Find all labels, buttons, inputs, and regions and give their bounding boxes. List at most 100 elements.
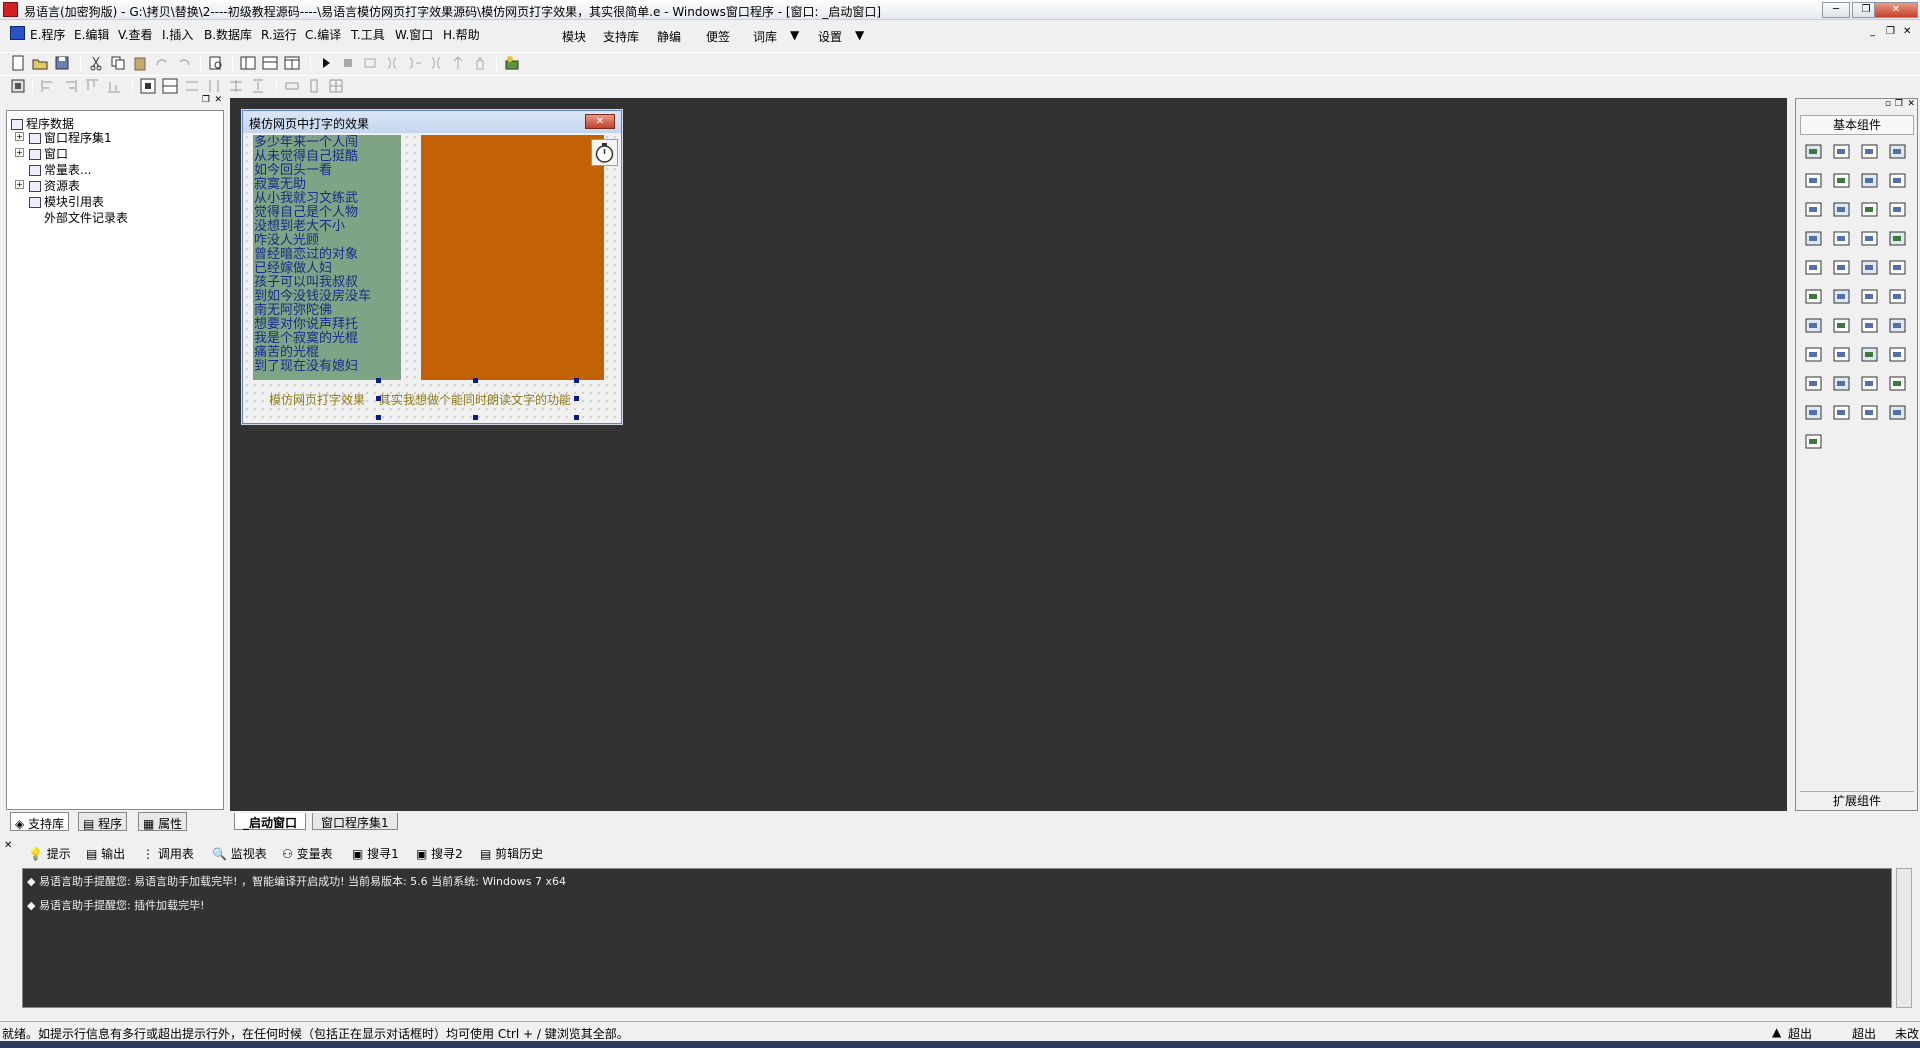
group-box-component-icon[interactable] [1832,172,1854,192]
line-component-icon[interactable] [1888,172,1910,192]
provider-component-icon[interactable] [1860,375,1882,395]
panel-close-icon[interactable]: ✕ [1907,99,1915,109]
tab-watch[interactable]: 🔍 监视表 [208,842,271,863]
read-aloud-label[interactable]: 其实我想做个能同时朗读文字的功能 [379,391,571,408]
menu-database[interactable]: B.数据库 [204,26,252,43]
combo-box-component-icon[interactable] [1888,201,1910,221]
hand-icon[interactable] [472,55,488,71]
dir-list-component-icon[interactable] [1860,288,1882,308]
odbc-db-component-icon[interactable] [1888,404,1910,424]
tree-item-external-files[interactable]: 外部文件记录表 [29,209,128,226]
shape-component-icon[interactable] [1888,143,1910,163]
tab-call-stack[interactable]: ⋮ 调用表 [138,842,198,863]
selection-handle[interactable] [574,378,579,383]
copy-icon[interactable] [110,55,126,71]
menu-module[interactable]: 模块 [562,28,586,45]
tab-output[interactable]: ▤ 输出 [82,842,129,863]
panel-close-icon[interactable]: ✕ [4,840,12,851]
serial-component-icon[interactable] [1888,346,1910,366]
chart-component-icon[interactable] [1860,404,1882,424]
tree-component-icon[interactable] [1860,317,1882,337]
step-into-icon[interactable] [362,55,378,71]
mdi-close-icon[interactable]: ✕ [1903,26,1911,37]
step-over-icon[interactable] [384,55,400,71]
menu-tools[interactable]: T.工具 [351,26,385,43]
pointer-component-icon[interactable] [1804,143,1826,163]
layout-3-icon[interactable] [284,55,300,71]
data-source-component-icon[interactable] [1804,375,1826,395]
tab-clip-history[interactable]: ▤ 剪辑历史 [476,842,547,863]
menu-edit[interactable]: E.编辑 [74,26,109,43]
selection-handle[interactable] [473,415,478,420]
align-top-icon[interactable] [84,78,100,94]
center-form-icon[interactable] [328,78,344,94]
new-file-icon[interactable] [10,55,26,71]
save-icon[interactable] [54,55,70,71]
menu-program[interactable]: E.程序 [30,26,65,43]
center-vertical-icon[interactable] [162,78,178,94]
minimize-button[interactable]: ─ [1822,2,1850,18]
poem-label[interactable]: 多少年来一个人闯 从未觉得自己挺酷 如今回头一看 寂寞无助 从小我就习文练武 觉得自己是个… [253,135,401,380]
selection-handle[interactable] [574,396,579,401]
status-scroll-icon[interactable]: ▲ [1772,1025,1781,1039]
slider-component-icon[interactable] [1832,259,1854,279]
align-right-icon[interactable] [62,78,78,94]
socket-component-icon[interactable] [1860,346,1882,366]
hotkey-component-icon[interactable] [1832,317,1854,337]
form-close-icon[interactable]: ✕ [585,114,615,129]
output-scrollbar[interactable] [1896,868,1912,1008]
table-component-icon[interactable] [1804,230,1826,250]
settings-dropdown-icon[interactable]: ▼ [855,28,864,42]
tab-search2[interactable]: ▣ 搜寻2 [412,842,467,863]
tree-item-constants[interactable]: 常量表... [29,161,91,178]
align-left-icon[interactable] [40,78,56,94]
menu-notes[interactable]: 便签 [706,28,730,45]
db-source-component-icon[interactable] [1832,404,1854,424]
expand-icon[interactable]: + [15,148,24,157]
selection-handle[interactable] [376,415,381,420]
panel-restore-icon[interactable]: ❐ [1895,99,1903,109]
file-list-component-icon[interactable] [1888,288,1910,308]
checkbox-component-icon[interactable] [1804,201,1826,221]
tab-variables[interactable]: ⚇ 变量表 [278,842,337,863]
tree-item-window-assembly[interactable]: 窗口程序集1 [29,129,112,146]
lexicon-dropdown-icon[interactable]: ▼ [790,28,799,42]
basic-components-header[interactable]: 基本组件 [1800,115,1914,135]
tab-program[interactable]: ▤ 程序 [78,812,128,831]
tab-support-lib[interactable]: ◈ 支持库 [10,812,70,831]
close-button[interactable]: ✕ [1874,2,1918,18]
list-view-component-icon[interactable] [1888,317,1910,337]
vspace-icon[interactable] [306,78,322,94]
drive-list-component-icon[interactable] [1832,288,1854,308]
extended-components-header[interactable]: 扩展组件 [1800,791,1914,809]
scrollbar-component-icon[interactable] [1860,230,1882,250]
odbc-component-icon[interactable] [1832,375,1854,395]
menu-static-compile[interactable]: 静编 [657,28,681,45]
status-bar-component-icon[interactable] [1888,230,1910,250]
selection-handle[interactable] [473,378,478,383]
paste-icon[interactable] [132,55,148,71]
menu-support-lib[interactable]: 支持库 [603,28,639,45]
menu-compile[interactable]: C.编译 [305,26,341,43]
label-component-icon[interactable] [1832,143,1854,163]
timer-icon[interactable] [591,139,618,166]
layout-2-icon[interactable] [262,55,278,71]
layout-1-icon[interactable] [240,55,256,71]
typing-effect-label[interactable]: 模仿网页打字效果 [269,391,365,408]
menu-run[interactable]: R.运行 [261,26,297,43]
align-bottom-icon[interactable] [106,78,122,94]
menu-lexicon[interactable]: 词库 [753,28,777,45]
run-to-cursor-icon[interactable] [428,55,444,71]
selection-handle[interactable] [574,415,579,420]
same-width-icon[interactable] [184,78,200,94]
tab-window-assembly[interactable]: 窗口程序集1 [312,813,398,830]
tree-item-resources[interactable]: 资源表 [29,177,80,194]
panel-restore-icon[interactable]: ❐ [202,95,210,105]
step-out-icon[interactable] [406,55,422,71]
run-icon[interactable] [318,55,334,71]
space-evenly-icon[interactable] [250,78,266,94]
grid-toggle-icon[interactable] [10,78,26,94]
printer-component-icon[interactable] [1832,346,1854,366]
open-folder-icon[interactable] [32,55,48,71]
odbc-extra-component-icon[interactable] [1804,433,1826,453]
